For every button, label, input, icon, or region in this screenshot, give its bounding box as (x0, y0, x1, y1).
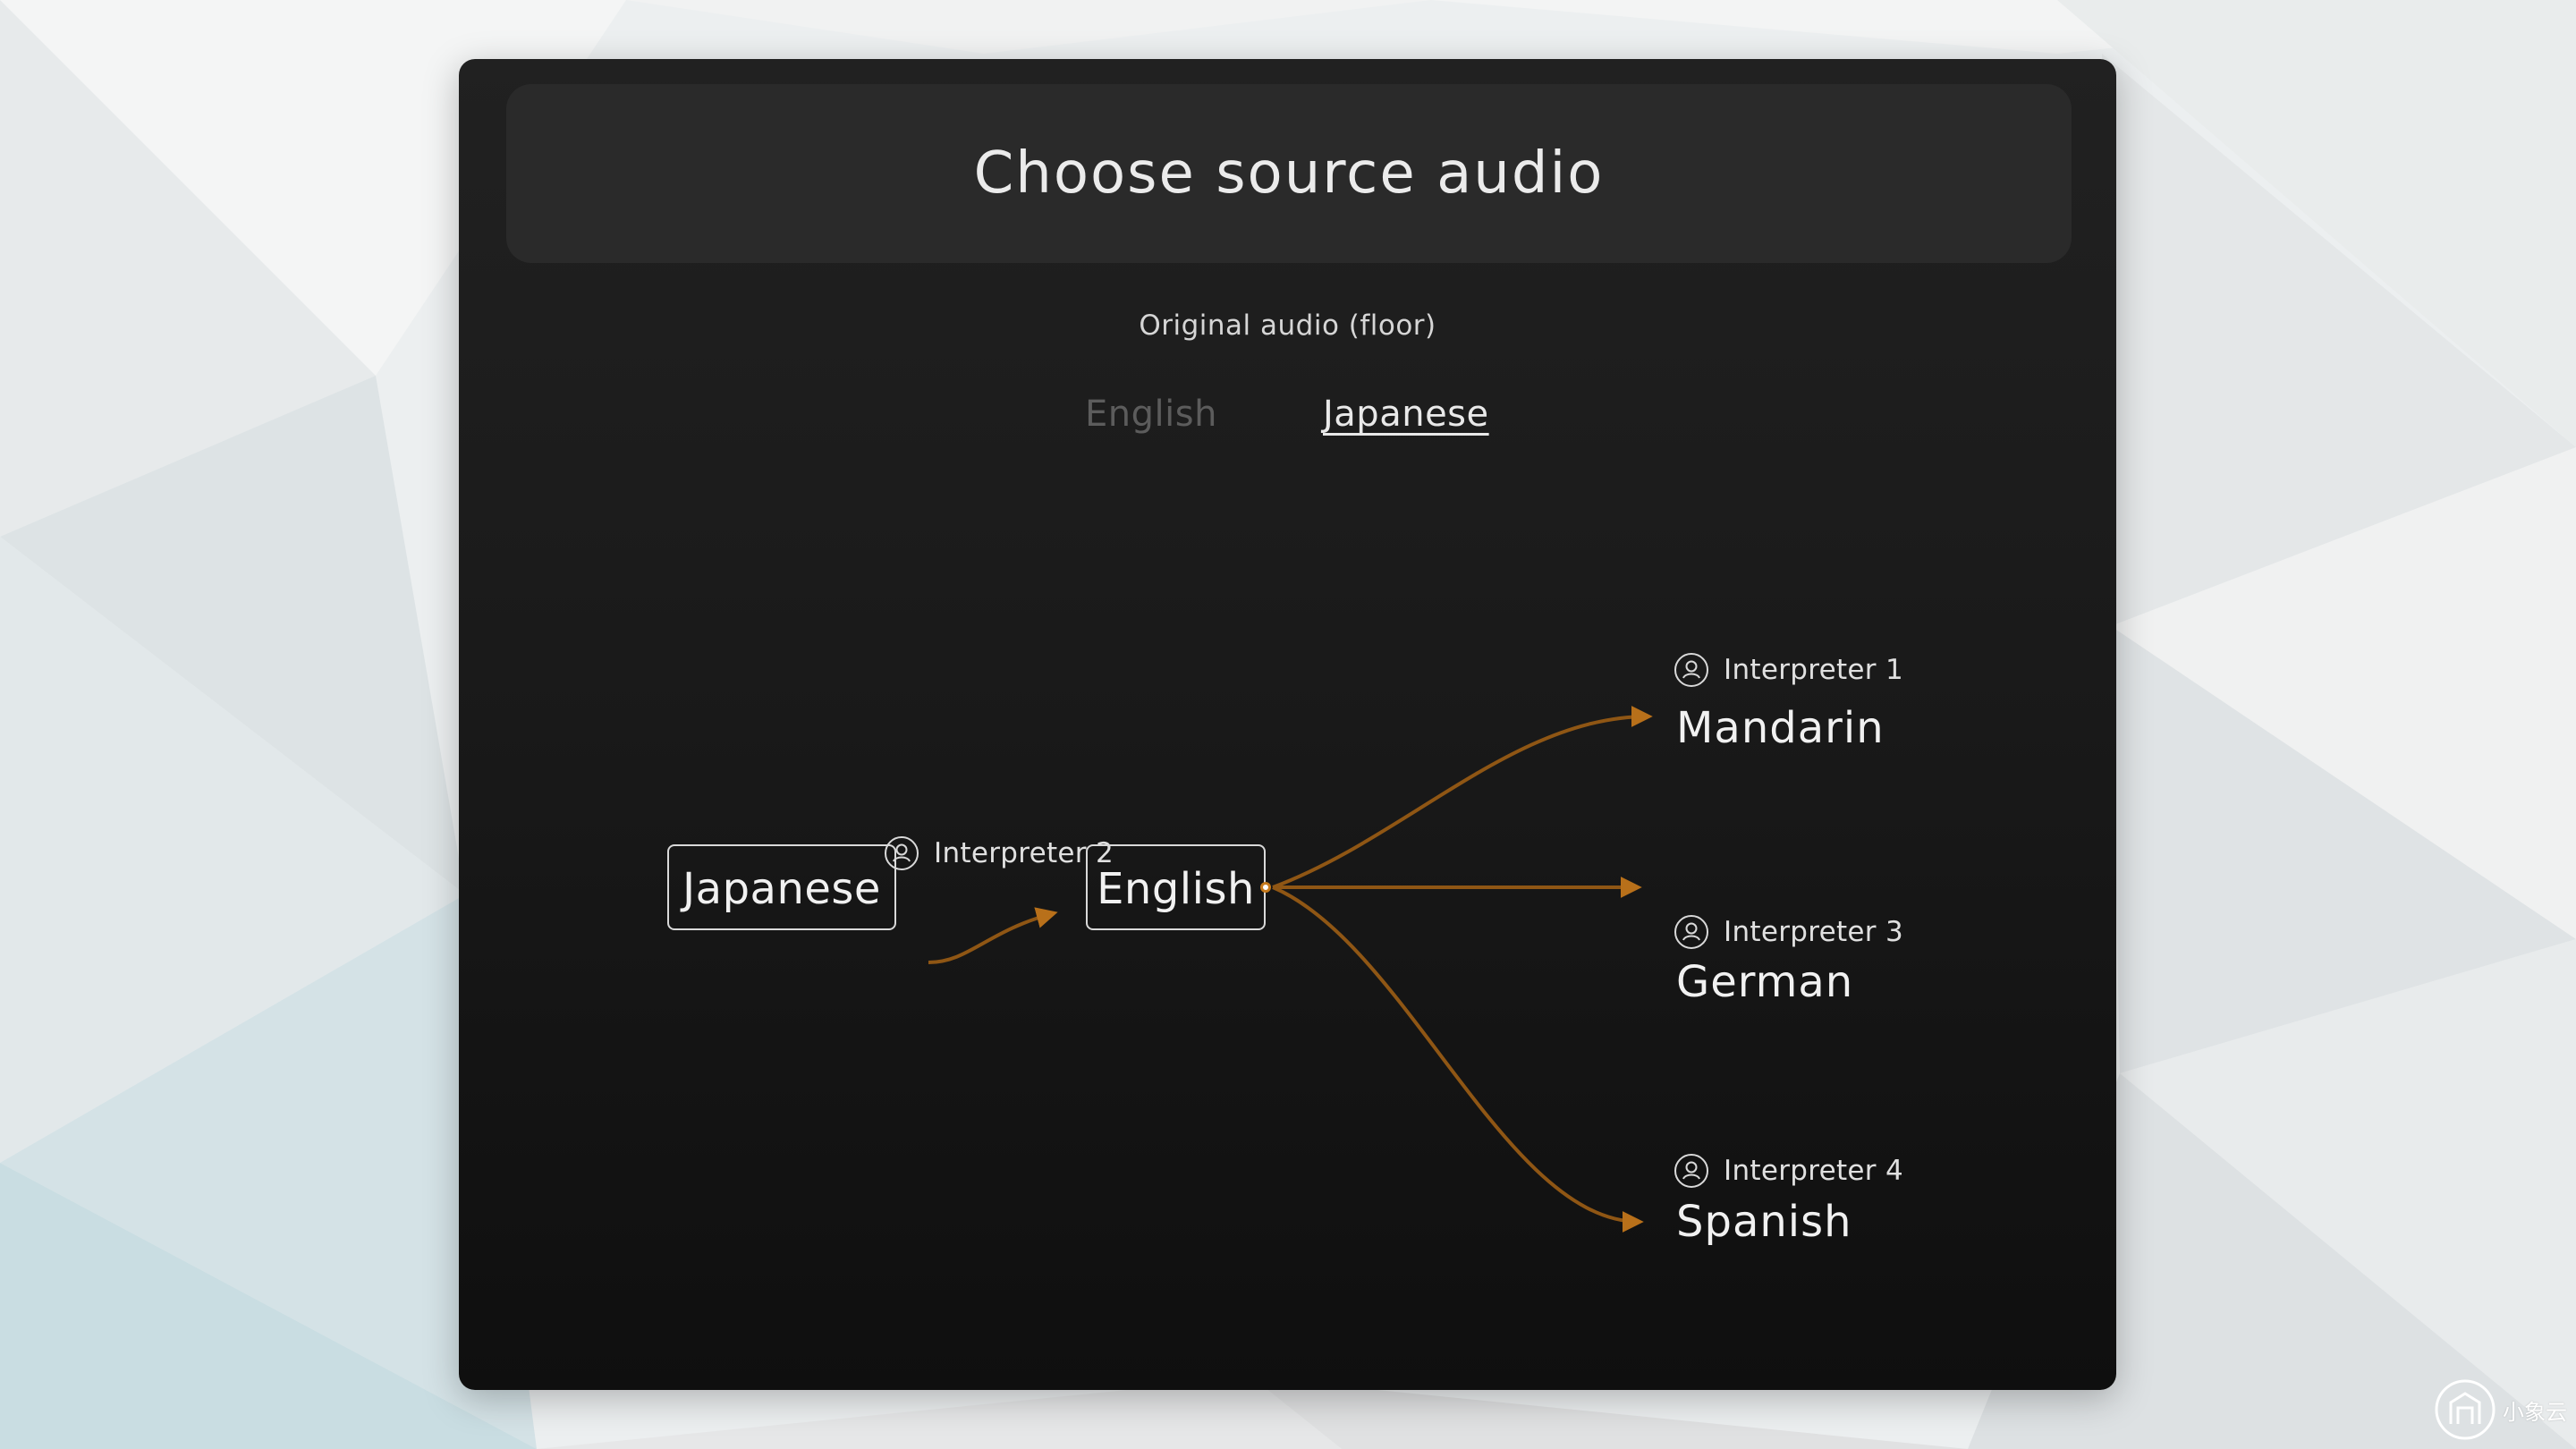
choose-source-audio-panel: Choose source audio Original audio (floo… (459, 59, 2116, 1390)
interpreter-label: Interpreter 3 (1724, 916, 1904, 948)
connector-english-to-spanish (1272, 886, 1644, 1233)
target-language-german[interactable]: German (1676, 957, 1853, 1007)
target-interpreter-tag-3: Interpreter 3 (1674, 914, 1903, 950)
brand-text: 小象云 (2503, 1399, 2567, 1425)
relay-output-port (1260, 882, 1271, 893)
interpreter-label: Interpreter 4 (1724, 1155, 1904, 1187)
header-bar: Choose source audio (506, 84, 2072, 263)
brand-logo-icon (2435, 1379, 2496, 1440)
interpreter-label: Interpreter 1 (1724, 654, 1904, 686)
relay-interpreter-tag: Interpreter 2 (884, 835, 1114, 871)
person-circle-icon (1674, 653, 1708, 687)
target-interpreter-tag-4: Interpreter 4 (1674, 1153, 1903, 1189)
original-audio-heading: Original audio (floor) (1139, 309, 1436, 342)
connector-english-to-mandarin (1272, 706, 1653, 889)
person-circle-icon (1674, 1154, 1708, 1188)
relay-node-english[interactable]: English (1086, 844, 1266, 930)
page-title: Choose source audio (973, 140, 1605, 207)
connector-japanese-to-english (928, 907, 1058, 964)
target-language-spanish[interactable]: Spanish (1676, 1197, 1852, 1247)
person-circle-icon (1674, 915, 1708, 949)
source-node-japanese[interactable]: Japanese (667, 844, 896, 930)
target-interpreter-tag-1: Interpreter 1 (1674, 652, 1903, 688)
tab-english[interactable]: English (1085, 394, 1217, 435)
brand-watermark: 小象云 (2433, 1377, 2567, 1442)
target-language-mandarin[interactable]: Mandarin (1676, 703, 1885, 753)
tab-japanese[interactable]: Japanese (1323, 394, 1489, 435)
